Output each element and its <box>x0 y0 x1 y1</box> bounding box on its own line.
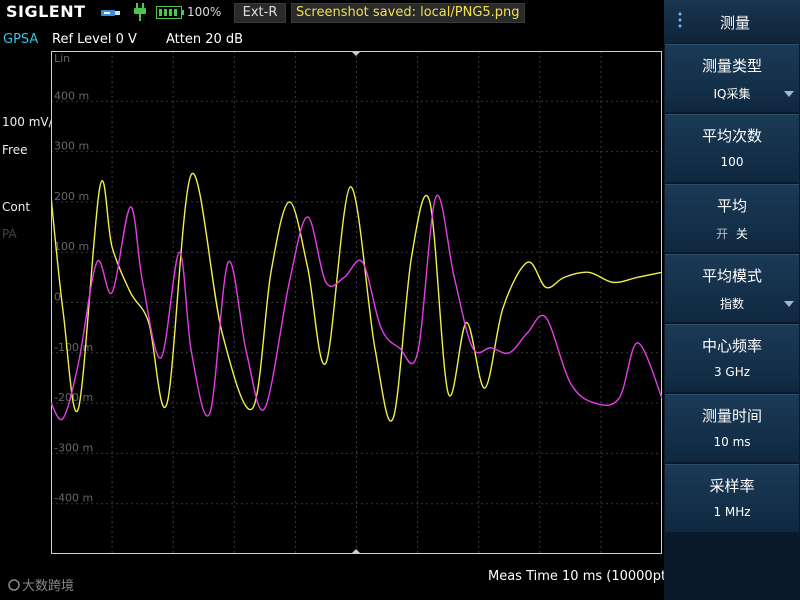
softkey-label: 采样率 <box>709 477 755 495</box>
softkey-value: 指数 <box>719 297 744 311</box>
toggle-on: 开 <box>716 227 729 241</box>
softkey-label: 测量时间 <box>701 407 762 425</box>
softkey-sample-rate[interactable]: 采样率 1 MHz <box>665 464 799 532</box>
y-tick-label: -300 m <box>54 441 93 454</box>
y-tick-label: 300 m <box>54 140 89 153</box>
brand-logo: SIGLENT <box>6 2 86 21</box>
meas-time: Meas Time 10 ms (10000pts) <box>488 569 678 584</box>
attenuation[interactable]: Atten 20 dB <box>166 32 243 47</box>
y-tick-label: 200 m <box>54 190 89 203</box>
softkey-meas-type[interactable]: 测量类型 IQ采集 <box>665 44 799 112</box>
softkey-avg-mode[interactable]: 平均模式 指数 <box>665 254 799 322</box>
y-tick-label: -400 m <box>54 492 93 505</box>
dropdown-arrow-icon <box>784 301 794 307</box>
softkey-label: 平均次数 <box>701 127 762 145</box>
y-tick-label: 400 m <box>54 89 89 102</box>
preamp-label: PA <box>2 227 17 241</box>
y-tick-label: -100 m <box>54 341 93 354</box>
status-message: Screenshot saved: local/PNG5.png <box>291 3 525 23</box>
menu-title: 测量 <box>719 14 750 32</box>
softkey-average-toggle[interactable]: 平均 开 关 <box>665 184 799 252</box>
y-tick-label: 0 <box>54 291 61 304</box>
softkey-value: IQ采集 <box>713 87 751 101</box>
softkey-toggle-values: 开 关 <box>665 225 799 242</box>
softkey-label: 平均模式 <box>701 267 762 285</box>
sweep-cont-label: Cont <box>2 200 31 214</box>
toggle-off: 关 <box>735 227 748 241</box>
power-plug-icon <box>134 3 146 21</box>
softkey-label: 平均 <box>716 197 747 215</box>
softkey-avg-count[interactable]: 平均次数 100 <box>665 114 799 182</box>
softkey-meas-time[interactable]: 测量时间 10 ms <box>665 394 799 462</box>
trigger-source-badge[interactable]: Ext-R <box>234 3 286 23</box>
watermark-logo: 大数跨境 <box>8 579 74 594</box>
y-tick-label: 100 m <box>54 240 89 253</box>
softkey-label: 测量类型 <box>701 57 762 75</box>
softkey-center-freq[interactable]: 中心频率 3 GHz <box>665 324 799 392</box>
y-scale-type: Lin <box>54 52 70 65</box>
softkey-value: 1 MHz <box>713 505 751 519</box>
mode-label: GPSA <box>3 32 39 47</box>
softkey-value: 10 ms <box>713 435 751 449</box>
trigger-free-label: Free <box>2 143 28 157</box>
iq-waveform-plot[interactable]: Lin 400 m300 m200 m100 m0-100 m-200 m-30… <box>51 51 662 554</box>
more-dots-icon[interactable] <box>677 12 683 28</box>
softkey-value: 3 GHz <box>713 365 751 379</box>
scale-per-div[interactable]: 100 mV/ <box>2 115 53 129</box>
dropdown-arrow-icon <box>784 91 794 97</box>
ref-level[interactable]: Ref Level 0 V <box>52 32 137 47</box>
softkey-label: 中心频率 <box>701 337 762 355</box>
battery-percent: 100% <box>187 5 222 19</box>
softkey-value: 100 <box>720 155 744 169</box>
usb-icon <box>101 10 120 16</box>
watermark-text: 大数跨境 <box>22 579 74 594</box>
battery-icon <box>156 6 184 19</box>
